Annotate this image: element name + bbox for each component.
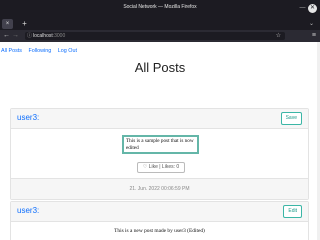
url-bar[interactable]: ⓘ localhost:3000 ☆ bbox=[25, 32, 285, 40]
hamburger-menu-icon[interactable]: ≡ bbox=[312, 31, 316, 41]
tab-strip: × + ⌄ bbox=[0, 18, 320, 30]
post-header: user3: Edit bbox=[11, 202, 308, 222]
save-button[interactable]: Save bbox=[280, 112, 302, 125]
url-host: localhost bbox=[33, 33, 53, 39]
nav-link-following[interactable]: Following bbox=[28, 48, 51, 54]
close-window-icon[interactable]: ✕ bbox=[308, 4, 317, 13]
like-button[interactable]: ♡ Like | Likes: 0 bbox=[137, 162, 185, 173]
post-username[interactable]: user3: bbox=[17, 113, 39, 122]
post-header: user3: Save bbox=[11, 109, 308, 129]
nav-link-log-out[interactable]: Log Out bbox=[58, 48, 77, 54]
minimize-icon[interactable]: — bbox=[299, 5, 306, 12]
url-port: :3000 bbox=[52, 33, 66, 39]
tab-close-button[interactable]: × bbox=[2, 19, 13, 29]
heart-icon: ♡ bbox=[142, 164, 148, 170]
post-card: user3: Edit This is a new post made by u… bbox=[10, 201, 309, 240]
tab-list-icon[interactable]: ⌄ bbox=[309, 19, 314, 29]
window-titlebar: Social Network — Mozilla Firefox — ✕ bbox=[0, 0, 320, 18]
page-info-icon[interactable]: ⓘ bbox=[27, 32, 32, 40]
post-card: user3: Save This is a sample post that i… bbox=[10, 108, 309, 200]
post-content: This is a new post made by user3 (Edited… bbox=[114, 228, 205, 234]
post-body: This is a sample post that is now edited… bbox=[11, 129, 308, 179]
url-text: localhost:3000 bbox=[33, 32, 65, 40]
window-title: Social Network — Mozilla Firefox bbox=[123, 4, 197, 10]
forward-icon[interactable]: → bbox=[11, 31, 20, 41]
site-nav: All Posts Following Log Out bbox=[0, 48, 81, 54]
post-timestamp: 21. Jun. 2022 00:06:59 PM bbox=[11, 178, 308, 199]
edit-post-textarea[interactable]: This is a sample post that is now edited bbox=[122, 135, 199, 154]
new-tab-button[interactable]: + bbox=[20, 19, 29, 29]
navigation-toolbar: ← → ⓘ localhost:3000 ☆ ≡ bbox=[0, 30, 320, 42]
bookmark-star-icon[interactable]: ☆ bbox=[276, 32, 281, 40]
nav-link-all-posts[interactable]: All Posts bbox=[1, 48, 22, 54]
post-username[interactable]: user3: bbox=[17, 206, 39, 215]
back-icon[interactable]: ← bbox=[2, 31, 11, 41]
edit-button[interactable]: Edit bbox=[283, 205, 302, 218]
page-title: All Posts bbox=[134, 60, 186, 75]
like-label: Like | Likes: 0 bbox=[148, 164, 180, 170]
